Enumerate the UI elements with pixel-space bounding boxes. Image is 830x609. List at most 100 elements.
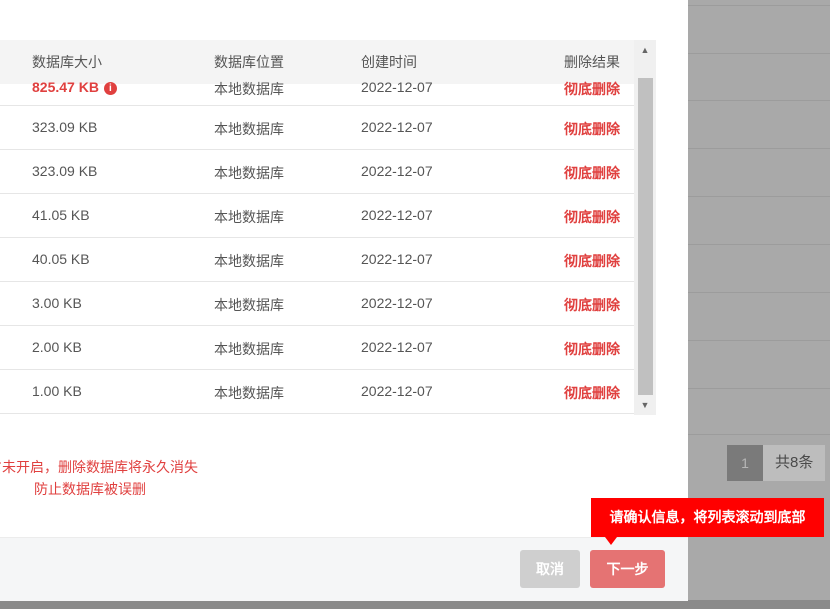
delete-result-link-text: 彻底删除 — [564, 209, 620, 225]
cell-location-text: 本地数据库 — [214, 81, 284, 97]
scroll-up-arrow-icon[interactable]: ▲ — [634, 40, 656, 60]
header-location: 数据库位置 — [214, 54, 284, 70]
cell-size: 323.09 KB — [32, 163, 97, 179]
cell-size-text: 3.00 KB — [32, 295, 82, 311]
cell-size: 3.00 KB — [32, 295, 82, 311]
cell-location-text: 本地数据库 — [214, 385, 284, 401]
cell-location-text: 本地数据库 — [214, 121, 284, 137]
delete-result-link[interactable]: 彻底删除 — [564, 383, 620, 403]
cell-size: 40.05 KB — [32, 251, 90, 267]
cell-location: 本地数据库 — [214, 295, 284, 315]
delete-result-link-text: 彻底删除 — [564, 341, 620, 357]
table-header: 数据库大小 数据库位置 创建时间 删除结果 — [0, 40, 634, 84]
database-table: 数据库大小 数据库位置 创建时间 删除结果 825.47 KB i 本地数据库 202… — [0, 40, 656, 415]
background-divider — [688, 388, 830, 389]
warning-text-line2: 防止数据库被误删 — [34, 481, 146, 497]
cancel-button[interactable]: 取消 — [520, 550, 580, 588]
delete-result-link-text: 彻底删除 — [564, 253, 620, 269]
delete-result-link[interactable]: 彻底删除 — [564, 251, 620, 271]
cell-location: 本地数据库 — [214, 339, 284, 359]
background-bottom — [0, 600, 830, 609]
cell-location-text: 本地数据库 — [214, 297, 284, 313]
table-row: 1.00 KB 本地数据库 2022-12-07 彻底删除 — [0, 370, 634, 414]
cell-location-text: 本地数据库 — [214, 165, 284, 181]
table-row: 40.05 KB 本地数据库 2022-12-07 彻底删除 — [0, 238, 634, 282]
cell-created-text: 2022-12-07 — [361, 339, 433, 355]
table-row: 323.09 KB 本地数据库 2022-12-07 彻底删除 — [0, 106, 634, 150]
scroll-down-arrow-icon[interactable]: ▼ — [634, 395, 656, 415]
cell-size: 825.47 KB i — [32, 79, 117, 95]
cell-size-text: 825.47 KB — [32, 79, 99, 95]
header-size: 数据库大小 — [32, 54, 102, 70]
delete-result-link-text: 彻底删除 — [564, 121, 620, 137]
cell-location-text: 本地数据库 — [214, 341, 284, 357]
cell-location: 本地数据库 — [214, 163, 284, 183]
delete-result-link[interactable]: 彻底删除 — [564, 79, 620, 99]
delete-result-link[interactable]: 彻底删除 — [564, 207, 620, 227]
page-number: 1 — [727, 445, 763, 481]
cell-created-text: 2022-12-07 — [361, 251, 433, 267]
cell-size: 1.00 KB — [32, 383, 82, 399]
cell-size-text: 40.05 KB — [32, 251, 90, 267]
background-divider — [688, 53, 830, 54]
cell-location-text: 本地数据库 — [214, 209, 284, 225]
cell-created: 2022-12-07 — [361, 119, 433, 135]
delete-result-link[interactable]: 彻底删除 — [564, 119, 620, 139]
cell-size-text: 41.05 KB — [32, 207, 90, 223]
background-divider — [688, 434, 830, 435]
background-divider — [688, 244, 830, 245]
table-row: 323.09 KB 本地数据库 2022-12-07 彻底删除 — [0, 150, 634, 194]
table-row: 41.05 KB 本地数据库 2022-12-07 彻底删除 — [0, 194, 634, 238]
cell-created: 2022-12-07 — [361, 339, 433, 355]
background-divider — [688, 340, 830, 341]
cell-created: 2022-12-07 — [361, 163, 433, 179]
cell-created-text: 2022-12-07 — [361, 119, 433, 135]
cell-size: 2.00 KB — [32, 339, 82, 355]
header-result: 删除结果 — [564, 54, 620, 70]
background-divider — [688, 148, 830, 149]
background-divider — [688, 5, 830, 6]
cell-location: 本地数据库 — [214, 251, 284, 271]
delete-result-link-text: 彻底删除 — [564, 297, 620, 313]
total-count: 共8条 — [763, 445, 826, 481]
next-step-button[interactable]: 下一步 — [590, 550, 665, 588]
cell-size-text: 2.00 KB — [32, 339, 82, 355]
header-created: 创建时间 — [361, 54, 417, 70]
delete-result-link[interactable]: 彻底删除 — [564, 163, 620, 183]
background-divider — [688, 292, 830, 293]
cell-size-text: 323.09 KB — [32, 119, 98, 135]
delete-result-link[interactable]: 彻底删除 — [564, 339, 620, 359]
cell-created-text: 2022-12-07 — [361, 207, 433, 223]
delete-result-link-text: 彻底删除 — [564, 165, 620, 181]
tooltip-arrow — [605, 537, 617, 545]
cell-size: 323.09 KB — [32, 119, 97, 135]
table-row: 3.00 KB 本地数据库 2022-12-07 彻底删除 — [0, 282, 634, 326]
scroll-thumb[interactable] — [638, 78, 653, 395]
scroll-hint-tooltip: 请确认信息，将列表滚动到底部 — [591, 498, 824, 537]
modal-footer: 取消 下一步 — [0, 537, 688, 601]
cell-created: 2022-12-07 — [361, 207, 433, 223]
warning-text-line1: 占未开启，删除数据库将永久消失 — [0, 459, 198, 475]
cell-location: 本地数据库 — [214, 79, 284, 99]
table-row: 825.47 KB i 本地数据库 2022-12-07 彻底删除 — [0, 79, 634, 106]
delete-result-link[interactable]: 彻底删除 — [564, 295, 620, 315]
info-icon[interactable]: i — [103, 82, 117, 95]
cell-created-text: 2022-12-07 — [361, 79, 433, 95]
delete-result-link-text: 彻底删除 — [564, 81, 620, 97]
background-pagination: 1 共8条 — [727, 445, 826, 481]
cell-size-text: 323.09 KB — [32, 163, 98, 179]
cell-location: 本地数据库 — [214, 383, 284, 403]
background-divider — [688, 100, 830, 101]
table-row: 2.00 KB 本地数据库 2022-12-07 彻底删除 — [0, 326, 634, 370]
delete-result-link-text: 彻底删除 — [564, 385, 620, 401]
cell-created: 2022-12-07 — [361, 383, 433, 399]
cell-created: 2022-12-07 — [361, 251, 433, 267]
cell-created-text: 2022-12-07 — [361, 383, 433, 399]
cell-size-text: 1.00 KB — [32, 383, 82, 399]
delete-database-modal: 数据库大小 数据库位置 创建时间 删除结果 825.47 KB i 本地数据库 202… — [0, 0, 688, 601]
table-scrollbar[interactable]: ▲ ▼ — [634, 40, 656, 415]
cell-created: 2022-12-07 — [361, 79, 433, 95]
background-divider — [688, 196, 830, 197]
cell-created-text: 2022-12-07 — [361, 163, 433, 179]
cell-location: 本地数据库 — [214, 119, 284, 139]
